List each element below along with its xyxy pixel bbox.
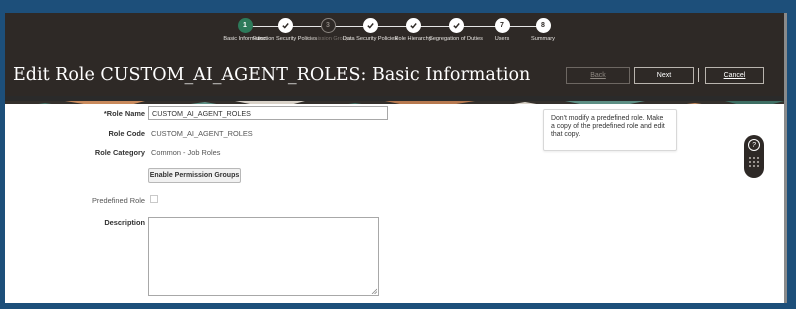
train-step-summary[interactable]: 8 Summary — [508, 18, 578, 43]
page-header: 1 Basic Information Function Security Po… — [5, 13, 784, 96]
role-name-value: CUSTOM_AI_AGENT_ROLES — [152, 108, 251, 118]
checkmark-icon — [362, 18, 378, 33]
cancel-button-label: Cancel — [723, 72, 746, 79]
enable-permission-groups-button[interactable]: Enable Permission Groups — [148, 168, 241, 183]
role-code-value: CUSTOM_AI_AGENT_ROLES — [151, 129, 253, 138]
help-icon[interactable]: ? — [748, 139, 760, 151]
process-train: 1 Basic Information Function Security Po… — [5, 13, 784, 53]
back-button[interactable]: Back — [566, 67, 630, 84]
note-text: Don't modify a predefined role. Make a c… — [551, 115, 665, 139]
predefined-role-checkbox — [150, 195, 158, 203]
predefined-role-label: Predefined Role — [91, 196, 145, 205]
role-name-label: *Role Name — [103, 109, 145, 118]
checkmark-icon — [448, 18, 464, 33]
step-label: Summary — [531, 36, 555, 42]
enable-permission-groups-label: Enable Permission Groups — [149, 172, 240, 179]
next-button[interactable]: Next — [634, 67, 694, 84]
description-label: Description — [104, 218, 145, 227]
resize-handle-icon[interactable] — [371, 288, 377, 294]
role-editor-window: 1 Basic Information Function Security Po… — [5, 13, 787, 303]
predefined-role-note: Don't modify a predefined role. Make a c… — [543, 109, 677, 151]
checkmark-icon — [405, 18, 421, 33]
help-widget[interactable]: ? — [744, 135, 764, 178]
role-name-input[interactable]: CUSTOM_AI_AGENT_ROLES — [148, 106, 388, 120]
page-title: Edit Role CUSTOM_AI_AGENT_ROLES: Basic I… — [13, 65, 531, 85]
step-number: 3 — [320, 18, 336, 33]
role-category-label: Role Category — [94, 148, 145, 157]
button-separator — [698, 68, 699, 82]
back-button-label: Back — [590, 72, 606, 79]
role-code-label: Role Code — [108, 129, 145, 138]
step-number: 8 — [535, 18, 551, 33]
cancel-button[interactable]: Cancel — [705, 67, 764, 84]
decorative-banner — [5, 96, 784, 104]
window-scrollbar-edge — [784, 13, 787, 303]
apps-grid-icon[interactable] — [749, 157, 759, 171]
description-textarea[interactable] — [148, 217, 379, 296]
next-button-label: Next — [656, 72, 672, 79]
role-category-value: Common - Job Roles — [151, 148, 221, 157]
checkmark-icon — [277, 18, 293, 33]
